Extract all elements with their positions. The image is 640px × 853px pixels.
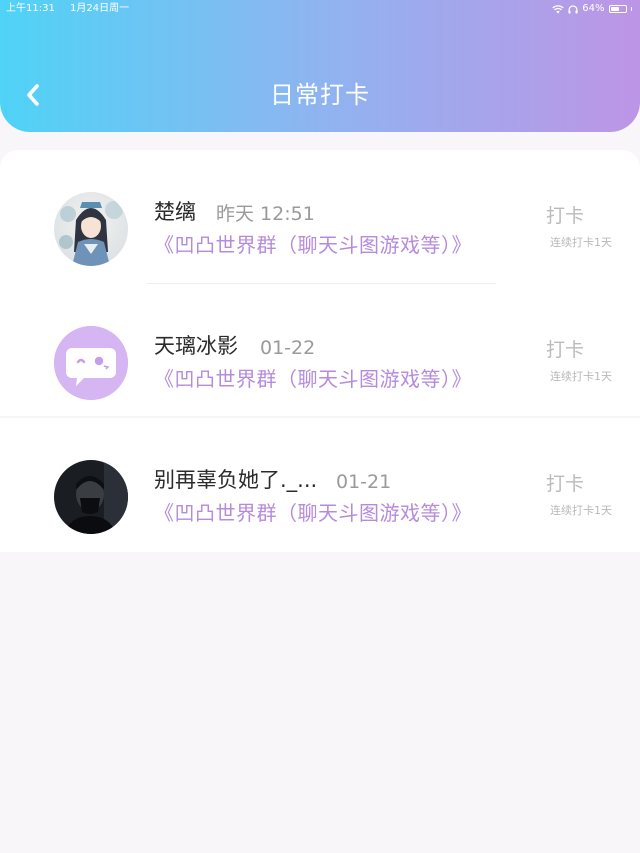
- anime-girl-avatar-icon: [54, 192, 128, 266]
- avatar[interactable]: [54, 192, 128, 266]
- list-item[interactable]: 楚缡 昨天 12:51 《凹凸世界群（聊天斗图游戏等）》 打卡 连续打卡1天: [0, 150, 640, 284]
- group-name[interactable]: 《凹凸世界群（聊天斗图游戏等）》: [154, 365, 472, 393]
- list-item[interactable]: 天璃冰影 01-22 《凹凸世界群（聊天斗图游戏等）》 打卡 连续打卡1天: [0, 284, 640, 418]
- group-name[interactable]: 《凹凸世界群（聊天斗图游戏等）》: [154, 499, 472, 527]
- page: 上午11:31 1月24日周一 64% 日常打卡 楚缡 昨天 12:51 《凹凸…: [0, 0, 640, 853]
- avatar[interactable]: [54, 460, 128, 534]
- page-title: 日常打卡: [270, 81, 370, 109]
- header: 上午11:31 1月24日周一 64% 日常打卡: [0, 0, 640, 132]
- user-name: 别再辜负她了._...: [154, 468, 318, 492]
- checkin-time: 昨天 12:51: [216, 203, 315, 225]
- headphones-icon: [568, 4, 578, 14]
- checkin-list: 楚缡 昨天 12:51 《凹凸世界群（聊天斗图游戏等）》 打卡 连续打卡1天 天…: [0, 150, 640, 552]
- status-date: 1月24日周一: [70, 3, 130, 14]
- streak-label: 连续打卡1天: [550, 236, 612, 249]
- status-time: 上午11:31: [6, 3, 55, 14]
- battery-level: [610, 7, 620, 11]
- group-name[interactable]: 《凹凸世界群（聊天斗图游戏等）》: [154, 231, 472, 259]
- user-name: 楚缡: [154, 200, 196, 224]
- streak-label: 连续打卡1天: [550, 504, 612, 517]
- chat-bubble-icon: [54, 326, 128, 400]
- list-item[interactable]: 别再辜负她了._... 01-21 《凹凸世界群（聊天斗图游戏等）》 打卡 连续…: [0, 418, 640, 552]
- avatar[interactable]: [54, 326, 128, 400]
- dark-photo-avatar-icon: [54, 460, 128, 534]
- checkin-time: 01-22: [260, 337, 316, 359]
- status-bar: 上午11:31 1月24日周一 64%: [0, 0, 640, 18]
- checkin-button[interactable]: 打卡: [546, 471, 584, 497]
- checkin-button[interactable]: 打卡: [546, 337, 584, 363]
- checkin-time: 01-21: [336, 471, 392, 493]
- streak-label: 连续打卡1天: [550, 370, 612, 383]
- battery-icon: [608, 5, 627, 13]
- battery-percent: 64%: [582, 3, 605, 14]
- battery-cap: [630, 7, 632, 11]
- wifi-icon: [552, 4, 564, 14]
- checkin-button[interactable]: 打卡: [546, 203, 584, 229]
- user-name: 天璃冰影: [154, 334, 238, 358]
